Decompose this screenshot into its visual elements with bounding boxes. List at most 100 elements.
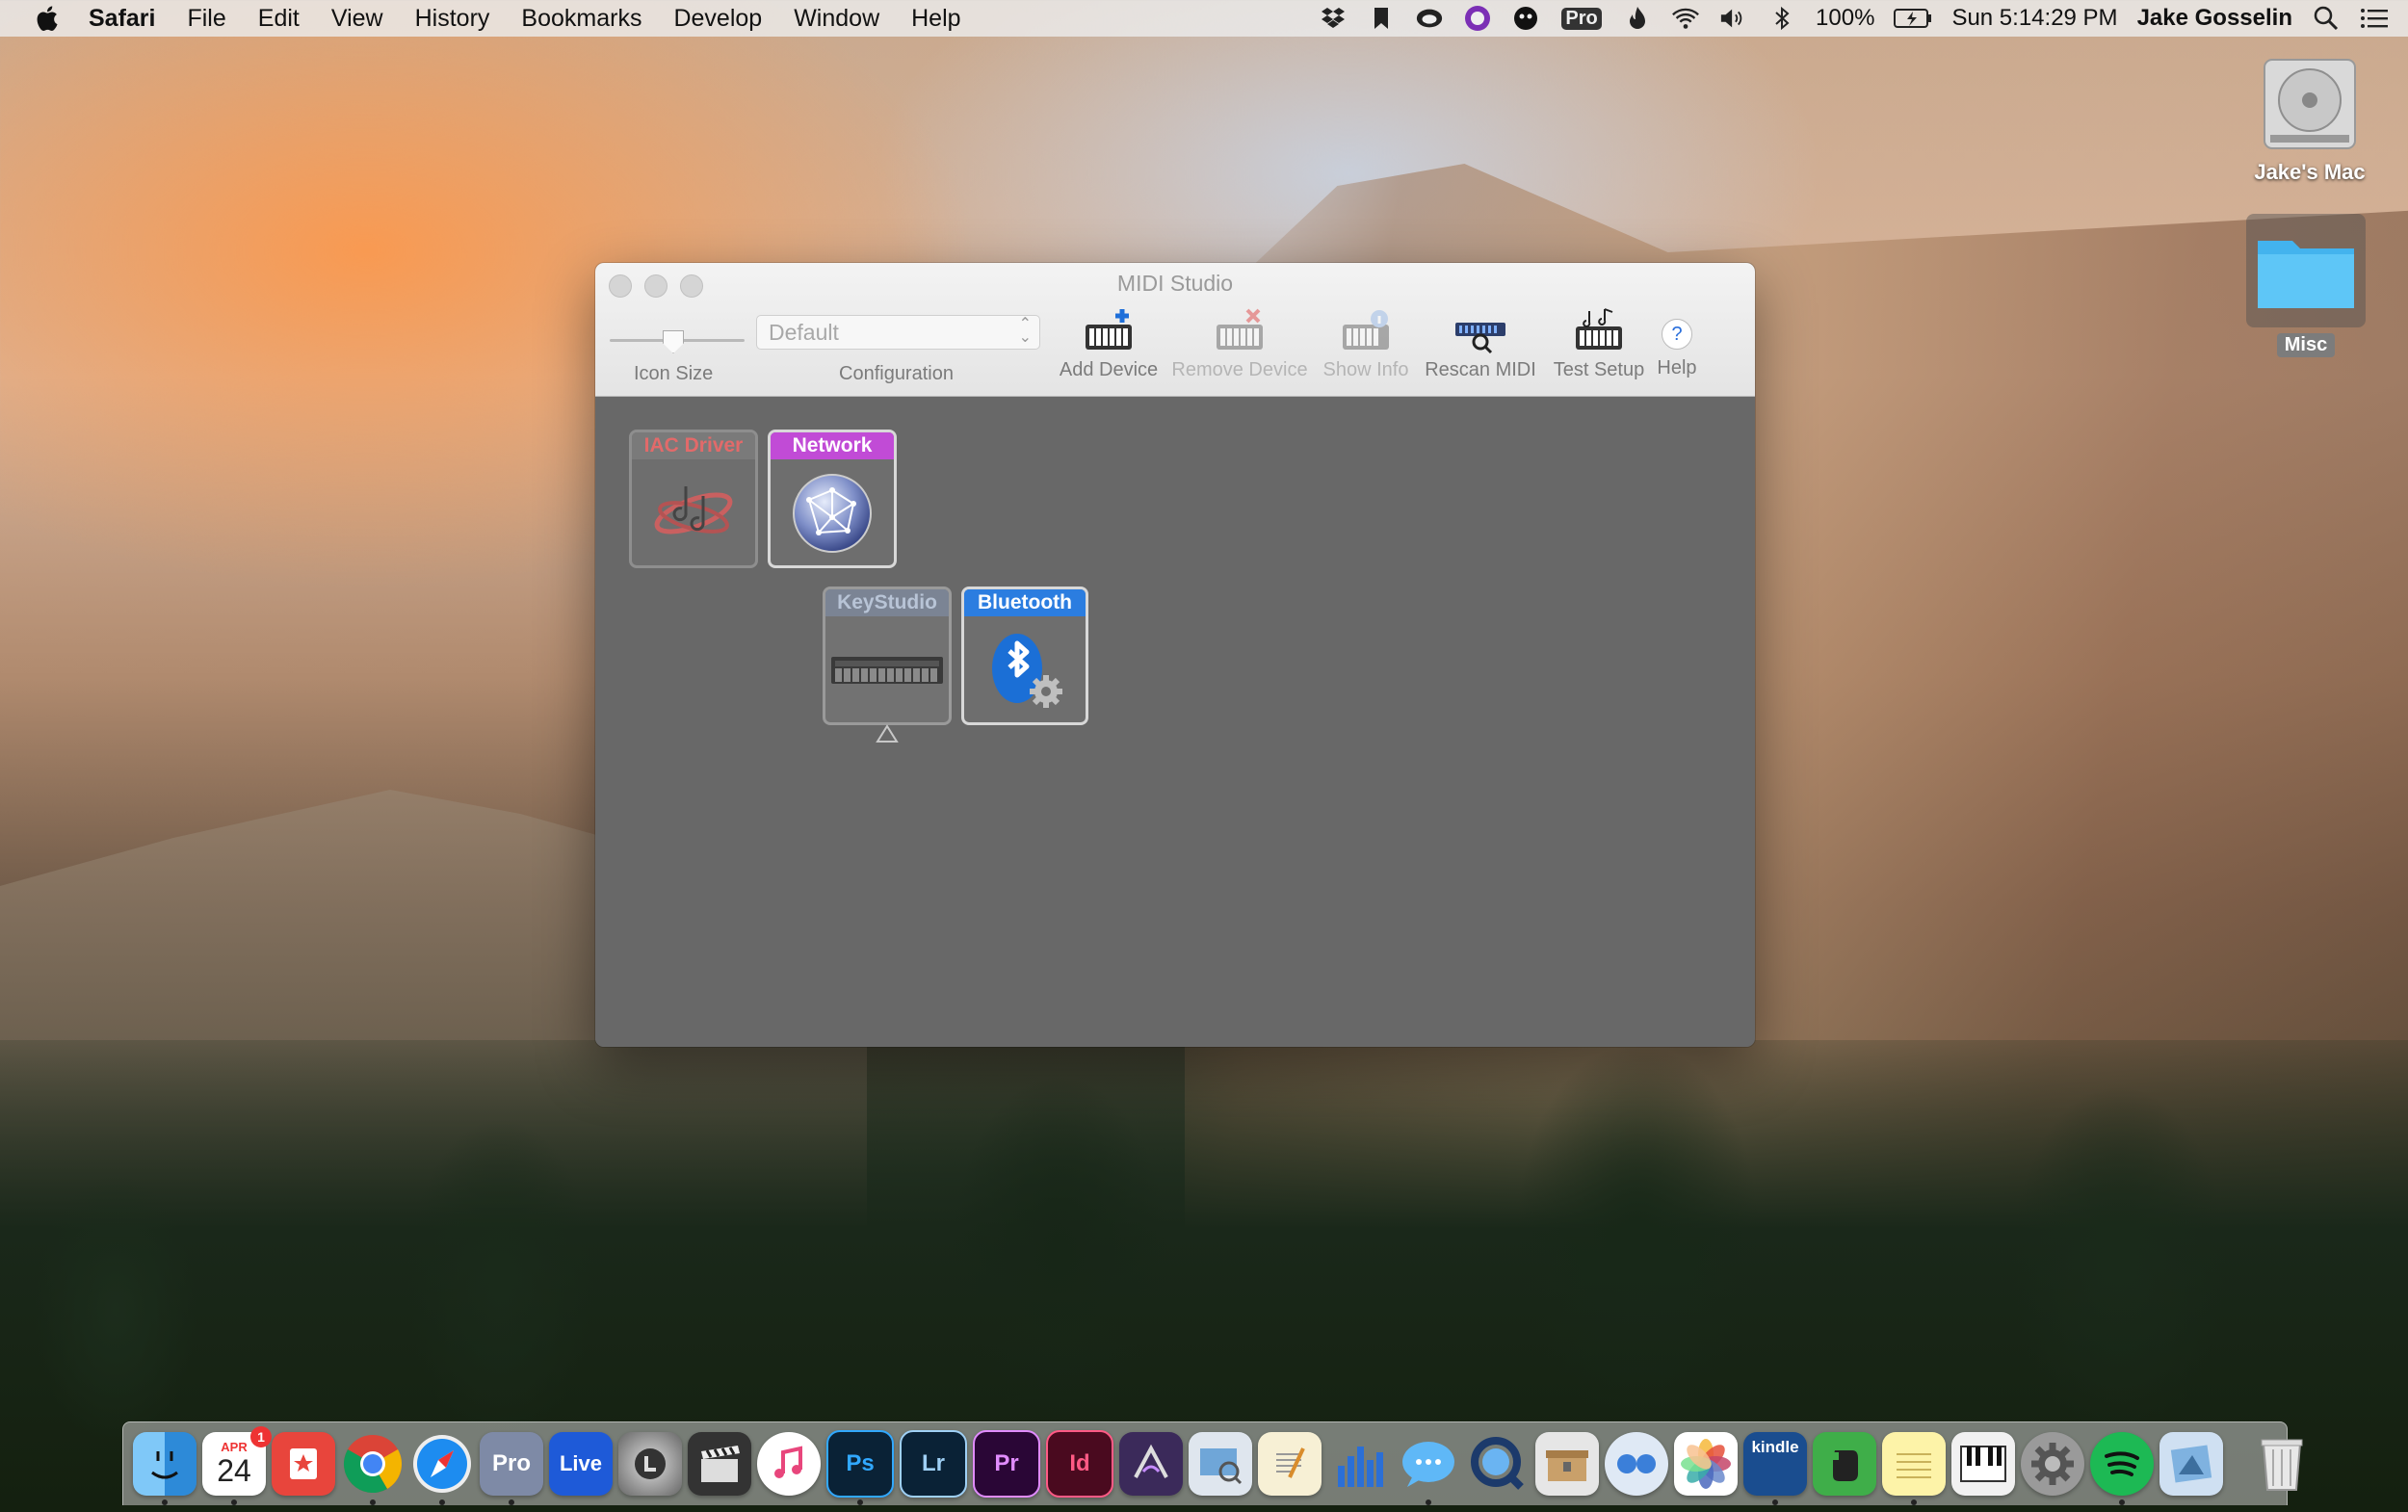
show-info-label: Show Info [1322,359,1409,380]
dock-messages[interactable] [1397,1432,1460,1505]
dock-calendar[interactable]: APR 24 1 [202,1426,272,1505]
dock-chrome[interactable] [341,1432,405,1505]
help-button[interactable]: ? Help [1653,307,1701,379]
device-title: Network [771,432,894,459]
preview-icon [1200,1448,1243,1485]
rescan-midi-icon [1455,323,1505,354]
battery-percent[interactable]: 100% [1816,5,1874,32]
bluetooth-config-icon [992,634,1062,708]
dock-itunes[interactable] [757,1432,821,1496]
menu-history[interactable]: History [415,5,490,33]
dock-photos[interactable] [1674,1432,1738,1496]
dock-migration-assistant[interactable] [2159,1432,2223,1496]
dock-quicktime[interactable] [1466,1432,1530,1496]
dock-app-label: kindle [1751,1438,1799,1456]
dock-indesign[interactable]: Id [1046,1430,1113,1498]
dock-spotify[interactable] [2090,1432,2154,1505]
istat-pro-icon[interactable]: Pro [1559,6,1604,31]
desktop-folder-misc[interactable]: Misc [2246,214,2366,357]
keystudio-port-icon[interactable] [876,724,899,743]
dock-safari[interactable] [410,1432,474,1505]
dock-evernote[interactable] [1813,1432,1876,1496]
dock: APR 24 1 Pro Live Ps Lr Pr Id kindle [122,1421,2303,1505]
flickr-icon [1617,1454,1656,1473]
dock-app-label: Id [1069,1450,1090,1476]
dock-app-label: Live [559,1451,603,1475]
menu-bookmarks[interactable]: Bookmarks [521,5,641,33]
flux-icon[interactable] [1623,6,1652,31]
gear-icon [2031,1443,2074,1485]
remove-device-icon [1217,308,1263,350]
dock-lightroom[interactable]: Lr [900,1430,967,1498]
dock-textedit[interactable] [1258,1432,1322,1496]
device-bluetooth[interactable]: Bluetooth [961,587,1088,725]
menu-window[interactable]: Window [794,5,879,33]
menu-file[interactable]: File [187,5,225,33]
menu-view[interactable]: View [331,5,383,33]
dock-ableton-live[interactable]: Live [549,1432,613,1496]
dock-reeder[interactable] [272,1432,335,1496]
desktop-hard-drive[interactable]: Jake's Mac [2247,50,2372,185]
icon-size-slider[interactable] [610,326,745,355]
dock-avid[interactable] [1119,1432,1183,1496]
dock-flickr[interactable] [1605,1432,1668,1496]
dock-finder[interactable] [133,1432,196,1505]
dock-pro-tools[interactable]: Pro [480,1432,543,1505]
help-icon: ? [1662,319,1692,350]
menu-help[interactable]: Help [911,5,960,33]
menu-user[interactable]: Jake Gosselin [2137,5,2292,32]
dropbox-icon[interactable] [1319,6,1348,31]
window-titlebar[interactable]: MIDI Studio Icon Size Default ⌃ ⌄ Configu… [595,263,1755,397]
device-iac-driver[interactable]: IAC Driver [629,430,758,568]
spotlight-icon[interactable] [2312,6,2341,31]
bluetooth-icon[interactable] [1767,6,1796,31]
dock-istat[interactable] [1327,1432,1391,1496]
dock-system-preferences[interactable] [2021,1432,2084,1496]
dock-app-label: Lr [922,1450,945,1476]
device-keystudio[interactable]: KeyStudio [823,587,952,725]
menu-app-name[interactable]: Safari [89,5,155,33]
dock-logic[interactable] [618,1432,682,1496]
notes-icon [1897,1453,1931,1478]
rescan-midi-button[interactable]: Rescan MIDI [1419,307,1542,381]
remove-device-label: Remove Device [1171,359,1308,380]
add-device-button[interactable]: Add Device [1056,307,1162,381]
dock-preview[interactable] [1189,1432,1252,1496]
menu-clock[interactable]: Sun 5:14:29 PM [1951,5,2117,32]
menu-develop[interactable]: Develop [673,5,762,33]
bar-chart-icon [1338,1447,1383,1487]
dock-kindle[interactable]: kindle [1743,1432,1807,1505]
dock-archive-utility[interactable] [1535,1432,1599,1496]
calendar-month: APR [221,1440,248,1454]
logic-icon [635,1448,666,1479]
test-setup-label: Test Setup [1553,359,1645,380]
volume-icon[interactable] [1719,6,1748,31]
dock-final-cut[interactable] [688,1432,751,1496]
test-setup-button[interactable]: Test Setup [1545,307,1653,381]
spotify-icon [2105,1451,2139,1476]
creative-cloud-icon[interactable] [1415,6,1444,31]
dock-midi-keyboard[interactable] [1951,1432,2015,1496]
add-device-label: Add Device [1059,359,1159,380]
dock-photoshop[interactable]: Ps [826,1430,894,1505]
dock-premiere[interactable]: Pr [973,1430,1040,1498]
notification-center-icon[interactable] [2360,6,2389,31]
dock-trash[interactable] [2250,1432,2314,1496]
wifi-icon[interactable] [1671,6,1700,31]
show-info-button[interactable]: Show Info [1316,307,1416,381]
battery-icon[interactable] [1894,6,1932,31]
show-info-icon [1343,310,1389,350]
music-note-icon [774,1446,802,1478]
apple-menu-icon[interactable] [33,4,60,33]
slider-knob[interactable] [663,330,684,353]
remove-device-button[interactable]: Remove Device [1167,307,1312,381]
alfred-icon[interactable] [1463,6,1492,31]
menu-edit[interactable]: Edit [258,5,300,33]
bartender-icon[interactable] [1511,6,1540,31]
device-network[interactable]: Network [768,430,897,568]
device-canvas[interactable]: IAC Driver Network KeyStudio Bluetooth [595,397,1755,1047]
dock-notes[interactable] [1882,1432,1946,1505]
calendar-badge: 1 [250,1426,272,1447]
configuration-select[interactable]: Default ⌃ ⌄ [756,315,1040,350]
bookmark-icon[interactable] [1367,6,1396,31]
